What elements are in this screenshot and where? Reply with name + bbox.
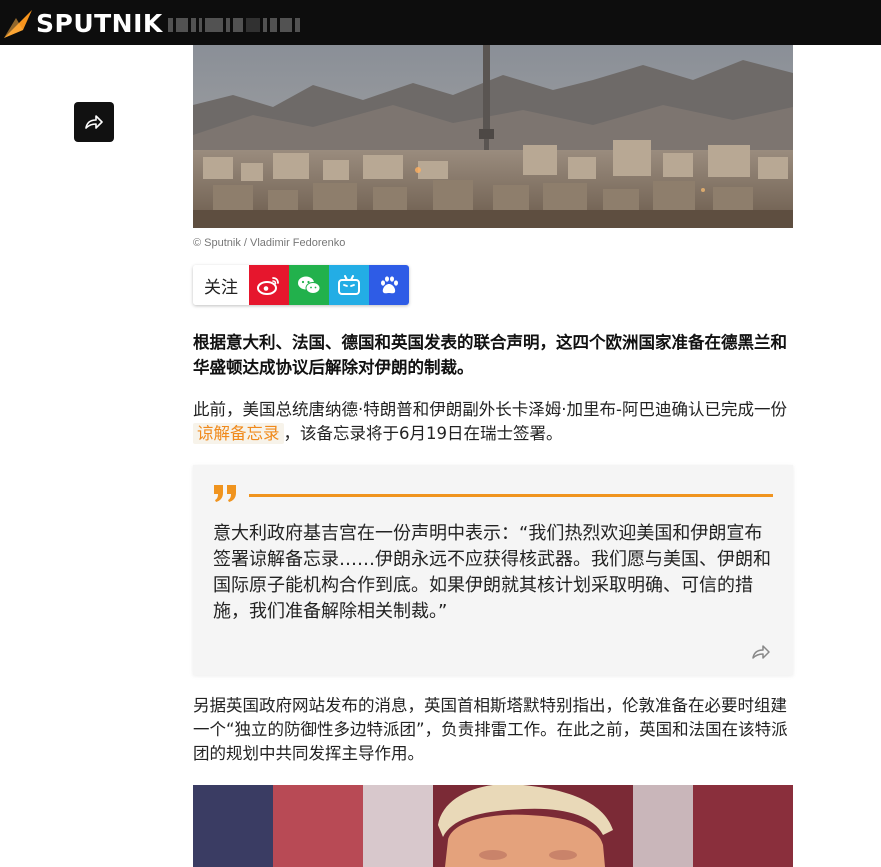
hero-image [193,45,793,228]
share-icon [85,115,103,129]
share-button[interactable] [74,102,114,142]
bilibili-icon [338,275,360,295]
weibo-button[interactable] [249,265,289,305]
paragraph-text: ，该备忘录将于6月19日在瑞士签署。 [283,424,563,443]
article-image-2 [193,785,793,867]
quote-block: 意大利政府基吉宫在一份声明中表示：“我们热烈欢迎美国和伊朗宣布签署谅解备忘录……… [193,465,793,675]
article-paragraph-2: 另据英国政府网站发布的消息，英国首相斯塔默特别指出，伦敦准备在必要时组建一个“独… [193,696,788,763]
sputnik-logo-icon [4,10,32,38]
top-navigation-bar: SPUTNIK [0,0,881,45]
quote-share-icon[interactable] [751,644,771,660]
follow-label: 关注 [193,265,249,305]
wechat-button[interactable] [289,265,329,305]
article-paragraph-1: 此前，美国总统唐纳德·特朗普和伊朗副外长卡泽姆·加里布-阿巴迪确认已完成一份谅解… [193,398,793,446]
blurred-nav-area [168,17,308,33]
weibo-icon [257,277,279,295]
wechat-icon [298,276,321,294]
image-caption: © Sputnik / Vladimir Fedorenko [193,237,346,249]
quote-text: 意大利政府基吉宫在一份声明中表示：“我们热烈欢迎美国和伊朗宣布签署谅解备忘录……… [213,523,771,622]
bilibili-button[interactable] [329,265,369,305]
follow-bar: 关注 [193,265,409,305]
baidu-icon [381,276,398,294]
logo-text: SPUTNIK [36,9,163,38]
article-lead: 根据意大利、法国、德国和英国发表的联合声明，这四个欧洲国家准备在德黑兰和华盛顿达… [193,333,787,377]
quote-mark-icon [214,485,236,502]
baidu-button[interactable] [369,265,409,305]
paragraph-text: 此前，美国总统唐纳德·特朗普和伊朗副外长卡泽姆·加里布-阿巴迪确认已完成一份 [193,400,787,419]
memorandum-link[interactable]: 谅解备忘录 [193,423,284,444]
quote-divider [249,494,773,497]
